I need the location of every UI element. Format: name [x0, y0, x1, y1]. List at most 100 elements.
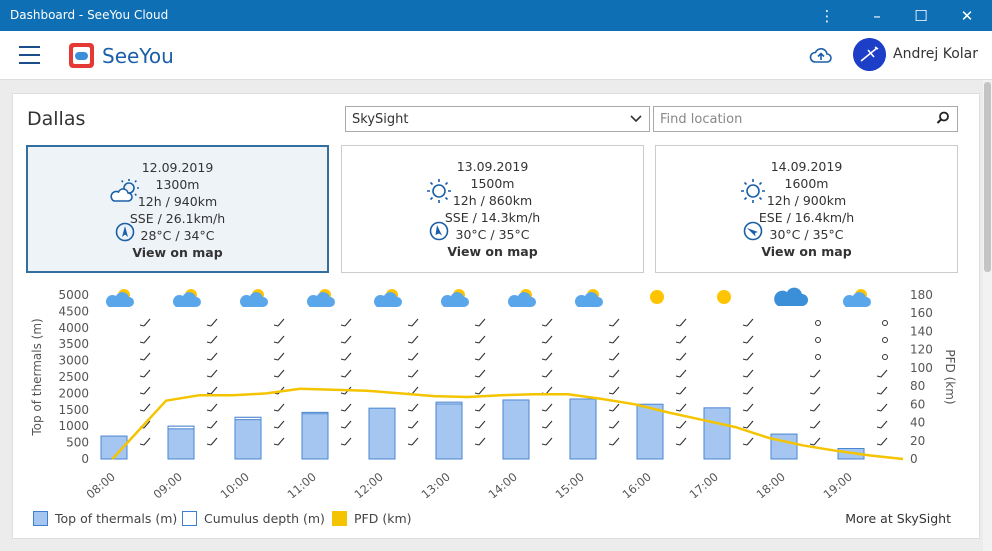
menu-icon[interactable]: ⋮ [804, 0, 850, 31]
wind-barb-icon [541, 386, 553, 395]
y-tick-label: 2500 [58, 370, 89, 384]
view-on-map-link[interactable]: View on map [28, 244, 327, 261]
scrollbar[interactable] [983, 80, 992, 551]
wind-direction-icon [743, 221, 763, 241]
legend-swatch [182, 511, 197, 526]
calm-wind-icon [815, 354, 821, 360]
y-tick-label: 0 [81, 452, 89, 466]
y2-tick-label: 120 [910, 343, 933, 357]
y-tick-label: 4500 [58, 304, 89, 318]
bar-cumulus-depth [301, 411, 329, 415]
wind-barb-icon [876, 437, 888, 446]
wind-barb-icon [273, 437, 285, 446]
wind-barb-icon [675, 369, 687, 378]
day-card-2[interactable]: 13.09.2019 1500m 12h / 860km SSE / 14.3k… [341, 145, 644, 273]
x-tick-label: 08:00 [84, 470, 118, 498]
x-tick-label: 11:00 [285, 470, 319, 498]
bar-top-of-thermals [167, 425, 195, 460]
search-icon[interactable] [935, 110, 951, 126]
cloud-upload-icon[interactable] [809, 44, 833, 68]
wind-barb-icon [675, 420, 687, 429]
y2-tick-label: 160 [910, 306, 933, 320]
wind-barb-icon [474, 403, 486, 412]
wind-barb-icon [608, 369, 620, 378]
view-on-map-link[interactable]: View on map [656, 243, 957, 260]
partly-cloudy-icon [110, 179, 139, 202]
y2-tick-label: 0 [910, 452, 918, 466]
wind-barb-icon [876, 403, 888, 412]
search-placeholder: Find location [660, 112, 743, 127]
x-tick-label: 16:00 [620, 470, 654, 498]
wind-barb-icon [608, 386, 620, 395]
day-date: 12.09.2019 [141, 160, 214, 175]
calm-wind-icon [882, 354, 888, 360]
y-tick-label: 4000 [58, 321, 89, 335]
seeyou-logo [69, 43, 94, 68]
close-button[interactable]: ✕ [944, 0, 990, 31]
user-name[interactable]: Andrej Kolar [893, 46, 978, 62]
maximize-button[interactable]: ☐ [898, 0, 944, 31]
wind-barb-icon [139, 318, 151, 327]
x-tick-label: 19:00 [821, 470, 855, 498]
wind-barb-icon [206, 386, 218, 395]
wind-barb-icon [407, 318, 419, 327]
legend-label: Top of thermals (m) [55, 511, 178, 526]
wind-barb-icon [742, 403, 754, 412]
view-on-map-link[interactable]: View on map [342, 243, 643, 260]
y2-tick-label: 100 [910, 361, 933, 375]
day-wind: ESE / 16.4km/h [758, 210, 855, 225]
wind-barb-icon [139, 335, 151, 344]
legend-swatch [332, 511, 347, 526]
wind-barb-icon [273, 318, 285, 327]
legend-item-cumulus: Cumulus depth (m) [182, 511, 325, 526]
hamburger-menu-icon[interactable] [19, 46, 40, 64]
scrollbar-thumb[interactable] [984, 82, 991, 272]
wind-barb-icon [139, 369, 151, 378]
y-tick-label: 1000 [58, 419, 89, 433]
wind-barb-icon [474, 335, 486, 344]
x-tick-label: 13:00 [419, 470, 453, 498]
wind-direction-icon [115, 222, 135, 242]
wind-barb-icon [340, 403, 352, 412]
bar-top-of-thermals [502, 399, 530, 460]
minimize-button[interactable]: – [854, 0, 900, 31]
user-avatar[interactable] [853, 38, 886, 71]
sun-icon [717, 290, 731, 304]
wind-barb-icon [809, 386, 821, 395]
wind-barb-icon [541, 369, 553, 378]
wind-barb-icon [273, 403, 285, 412]
wind-barb-icon [407, 352, 419, 361]
wind-barb-icon [876, 369, 888, 378]
wind-barb-icon [876, 420, 888, 429]
wind-barb-icon [474, 386, 486, 395]
wind-barb-icon [608, 437, 620, 446]
wind-barb-icon [541, 403, 553, 412]
wind-barb-icon [340, 318, 352, 327]
wind-barb-icon [206, 369, 218, 378]
wind-barb-icon [206, 403, 218, 412]
wind-barb-icon [407, 420, 419, 429]
bar-cumulus-depth [167, 425, 195, 430]
wind-barb-icon [608, 403, 620, 412]
wind-barb-icon [474, 369, 486, 378]
legend-label: Cumulus depth (m) [204, 511, 325, 526]
x-tick-label: 14:00 [486, 470, 520, 498]
y-tick-label: 1500 [58, 403, 89, 417]
bar-top-of-thermals [368, 407, 396, 460]
wind-barb-icon [541, 420, 553, 429]
location-search-input[interactable]: Find location [653, 106, 958, 132]
provider-select[interactable]: SkySight [345, 106, 650, 132]
legend-item-thermals: Top of thermals (m) [33, 511, 177, 526]
calm-wind-icon [815, 320, 821, 326]
y2-axis-title: PFD (km) [943, 349, 957, 404]
bar-top-of-thermals [435, 401, 463, 460]
wind-barb-icon [675, 318, 687, 327]
day-card-1[interactable]: 12.09.2019 1300m 12h / 940km SSE / 26.1k… [26, 145, 329, 273]
more-at-skysight-link[interactable]: More at SkySight [845, 511, 951, 526]
x-tick-label: 12:00 [352, 470, 386, 498]
day-card-3[interactable]: 14.09.2019 1600m 12h / 900km ESE / 16.4k… [655, 145, 958, 273]
wind-barb-icon [340, 352, 352, 361]
wind-barb-icon [139, 437, 151, 446]
wind-barb-icon [608, 318, 620, 327]
forecast-panel: Dallas SkySight Find location 12.09.2019… [12, 93, 980, 539]
